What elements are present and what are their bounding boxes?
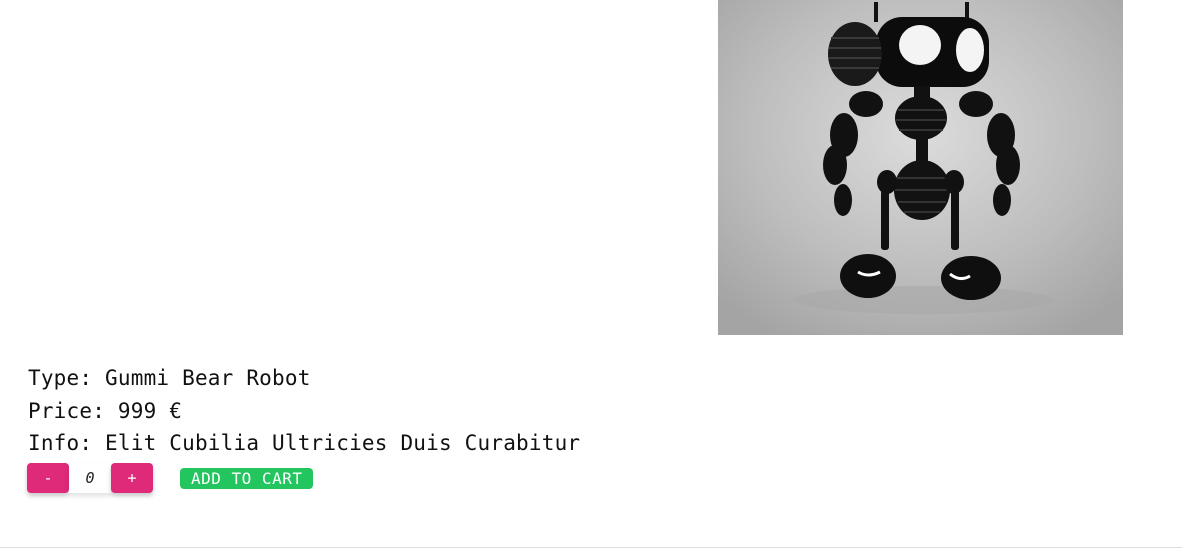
product-type: Type: Gummi Bear Robot (28, 366, 311, 390)
divider (0, 547, 1182, 548)
decrement-button[interactable]: - (27, 463, 69, 493)
product-image (718, 0, 1123, 335)
cart-controls: - + ADD TO CART (27, 463, 314, 493)
quantity-input[interactable] (69, 463, 111, 493)
product-info: Info: Elit Cubilia Ultricies Duis Curabi… (28, 431, 581, 455)
product-price: Price: 999 € (28, 399, 183, 423)
product-page: Type: Gummi Bear Robot Price: 999 € Info… (0, 0, 1182, 552)
add-to-cart-button[interactable]: ADD TO CART (180, 467, 314, 489)
increment-button[interactable]: + (111, 463, 153, 493)
robot-image (718, 0, 1123, 335)
